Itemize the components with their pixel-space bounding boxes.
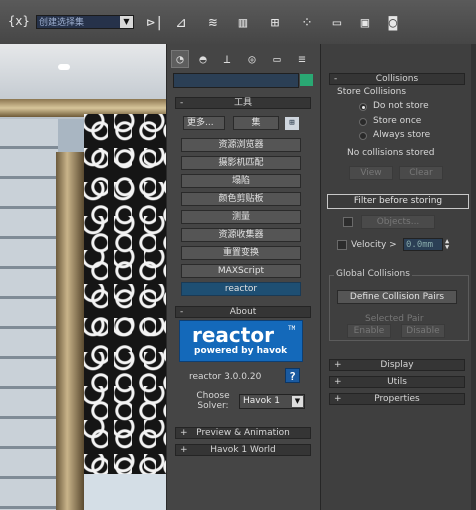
utility-measure[interactable]: 测量 <box>181 210 301 224</box>
command-panel: ◔ ◓ ⊥ ◎ ▭ ≡ - 工具 更多... 集 ⊞ 资源浏览器 摄影机匹配 塌… <box>166 44 322 510</box>
tools-rollout-header[interactable]: - 工具 <box>175 97 311 109</box>
utility-color-clipboard[interactable]: 颜色剪贴板 <box>181 192 301 206</box>
align-icon[interactable]: ⊿ <box>170 12 192 34</box>
rollout-title: Properties <box>374 394 420 404</box>
global-collisions-label: Global Collisions <box>334 269 412 279</box>
panel-scrollbar[interactable] <box>471 44 476 510</box>
display-tab-icon[interactable]: ▭ <box>268 50 286 68</box>
clear-button[interactable]: Clear <box>399 166 443 180</box>
objects-button[interactable]: Objects... <box>361 215 435 229</box>
radio-always-store[interactable] <box>359 132 367 140</box>
logo-wordmark: reactor <box>192 323 274 347</box>
about-rollout-header[interactable]: - About <box>175 306 311 318</box>
utils-rollout-header[interactable]: + Utils <box>329 376 465 388</box>
modify-tab-icon[interactable]: ◓ <box>194 50 212 68</box>
chevron-down-icon[interactable]: ▼ <box>292 396 303 407</box>
filter-before-storing-button[interactable]: Filter before storing <box>327 194 469 209</box>
logo-tagline: powered by havok <box>194 346 288 356</box>
viewport-floor <box>84 474 166 510</box>
velocity-input[interactable]: 0.0mm <box>403 238 443 251</box>
chevron-down-icon[interactable]: ▼ <box>120 16 133 28</box>
hierarchy-tab-icon[interactable]: ⊥ <box>218 50 236 68</box>
render-frame-icon[interactable]: ▣ <box>354 12 376 34</box>
utility-resource-collector[interactable]: 资源收集器 <box>181 228 301 242</box>
sets-button[interactable]: 集 <box>233 116 279 130</box>
enable-button[interactable]: Enable <box>347 324 391 338</box>
radio-do-not-store[interactable] <box>359 103 367 111</box>
ceiling-light <box>58 64 70 70</box>
utilities-tab-icon[interactable]: ≡ <box>293 50 311 68</box>
create-tab-icon[interactable]: ◔ <box>171 50 189 68</box>
solver-dropdown[interactable]: Havok 1 ▼ <box>239 394 305 409</box>
rollout-title: Collisions <box>375 74 419 84</box>
rollout-title: Utils <box>387 377 407 387</box>
store-collisions-label: Store Collisions <box>337 87 407 97</box>
rollout-title: Havok 1 World <box>210 445 276 455</box>
display-rollout-header[interactable]: + Display <box>329 359 465 371</box>
utility-reset-xform[interactable]: 重置变换 <box>181 246 301 260</box>
wall-panels <box>0 119 58 510</box>
utility-reactor[interactable]: reactor <box>181 282 301 296</box>
radio-label: Always store <box>373 130 431 140</box>
schematic-view-icon[interactable]: ⊞ <box>264 12 286 34</box>
frame-molding-side <box>56 152 84 510</box>
render-setup-icon[interactable]: ▭ <box>326 12 348 34</box>
utility-asset-browser[interactable]: 资源浏览器 <box>181 138 301 152</box>
rollout-title: 工具 <box>233 98 252 108</box>
object-name-field[interactable] <box>173 73 299 88</box>
help-button[interactable]: ? <box>285 368 300 383</box>
quick-render-icon[interactable]: ◙ <box>382 12 404 34</box>
radio-label: Do not store <box>373 101 429 111</box>
material-editor-icon[interactable]: ⁘ <box>296 12 318 34</box>
velocity-spinner[interactable]: ▲ ▼ <box>445 238 453 251</box>
collisions-status: No collisions stored <box>347 148 435 158</box>
main-toolbar: {x} 创建选择集 ▼ ⊳| ⊿ ≋ ▥ ⊞ ⁘ ▭ ▣ ◙ <box>0 0 476 45</box>
choose-solver-label: Choose Solver: <box>196 391 230 411</box>
logo-trademark: TM <box>288 325 296 332</box>
object-color-swatch[interactable] <box>300 74 313 86</box>
preview-animation-rollout-header[interactable]: + Preview & Animation <box>175 427 311 439</box>
rollout-title: About <box>229 307 257 317</box>
radio-store-once[interactable] <box>359 118 367 126</box>
rollout-title: Display <box>380 360 414 370</box>
utility-maxscript[interactable]: MAXScript <box>181 264 301 278</box>
utility-camera-match[interactable]: 摄影机匹配 <box>181 156 301 170</box>
version-label: reactor 3.0.0.20 <box>189 372 262 382</box>
layer-manager-icon[interactable]: ≋ <box>202 12 224 34</box>
selected-pair-label: Selected Pair <box>365 314 424 324</box>
curve-editor-icon[interactable]: ▥ <box>232 12 254 34</box>
motion-tab-icon[interactable]: ◎ <box>243 50 261 68</box>
perspective-viewport[interactable] <box>0 44 166 510</box>
named-selection-set-dropdown[interactable]: 创建选择集 ▼ <box>36 15 134 29</box>
velocity-checkbox[interactable] <box>337 240 347 250</box>
disable-button[interactable]: Disable <box>401 324 445 338</box>
radio-label: Store once <box>373 116 422 126</box>
damask-wallpaper <box>84 114 166 510</box>
collisions-panel: - Collisions Store Collisions Do not sto… <box>320 44 476 510</box>
velocity-label: Velocity > <box>351 240 397 250</box>
define-collision-pairs-button[interactable]: Define Collision Pairs <box>337 290 457 304</box>
named-selection-icon[interactable]: {x} <box>8 14 30 28</box>
utility-collapse[interactable]: 塌陷 <box>181 174 301 188</box>
rollout-title: Preview & Animation <box>196 428 290 438</box>
havok-world-rollout-header[interactable]: + Havok 1 World <box>175 444 311 456</box>
solver-value: Havok 1 <box>243 396 280 406</box>
selection-set-value: 创建选择集 <box>39 18 85 28</box>
objects-checkbox[interactable] <box>343 217 353 227</box>
configure-sets-icon[interactable]: ⊞ <box>285 117 299 130</box>
mirror-icon[interactable]: ⊳| <box>144 12 166 34</box>
view-button[interactable]: View <box>349 166 393 180</box>
more-utilities-button[interactable]: 更多... <box>183 116 225 130</box>
properties-rollout-header[interactable]: + Properties <box>329 393 465 405</box>
reactor-logo: reactor TM powered by havok <box>179 320 303 362</box>
collisions-rollout-header[interactable]: - Collisions <box>329 73 465 85</box>
